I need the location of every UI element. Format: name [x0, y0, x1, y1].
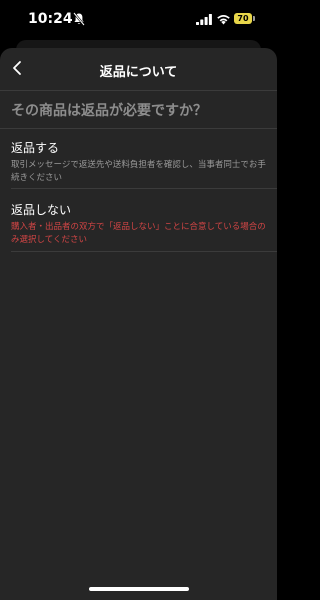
wifi-icon [217, 15, 230, 25]
status-time: 10:24 [28, 11, 73, 27]
sheet-header: 返品について [0, 48, 277, 91]
signal-icon [196, 14, 212, 25]
bell-muted-icon [73, 12, 85, 26]
battery-tip [253, 16, 255, 21]
home-indicator[interactable] [89, 587, 189, 591]
battery-indicator: 70 [234, 13, 252, 24]
option-no-return-warning: 購入者・出品者の双方で「返品しない」ことに合意している場合のみ選択してください [11, 222, 266, 245]
option-no-return-title: 返品しない [11, 203, 72, 217]
option-return[interactable]: 返品する 取引メッセージで返送先や送料負担者を確認し、当事者同士でお手続きくださ… [11, 139, 269, 185]
option-divider [11, 188, 277, 189]
status-bar: 10:24 70 [0, 0, 277, 40]
option-return-description: 取引メッセージで返送先や送料負担者を確認し、当事者同士でお手続きください [11, 160, 266, 183]
page-title: 返品について [99, 65, 178, 80]
option-divider [11, 251, 277, 252]
option-return-title: 返品する [11, 141, 60, 155]
return-sheet: 返品について その商品は返品が必要ですか？ 返品する 取引メッセージで返送先や送… [0, 48, 277, 600]
question-divider [0, 128, 277, 129]
option-no-return[interactable]: 返品しない 購入者・出品者の双方で「返品しない」ことに合意している場合のみ選択し… [11, 201, 269, 247]
question-heading: その商品は返品が必要ですか？ [11, 103, 207, 119]
